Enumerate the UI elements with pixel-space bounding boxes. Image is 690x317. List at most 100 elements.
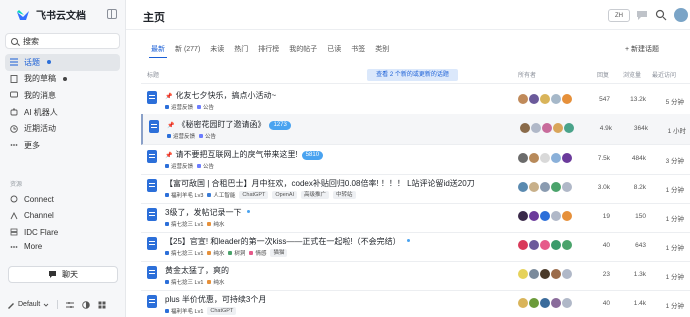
- avatar[interactable]: [518, 94, 528, 104]
- table-row[interactable]: 【25】官宣! 和leader的第一次kiss——正式在一起啦!（不会完结） 搞七…: [141, 231, 690, 262]
- avatar[interactable]: [562, 240, 572, 250]
- avatar[interactable]: [551, 94, 561, 104]
- sidebar-toggle-icon[interactable]: [107, 9, 117, 19]
- avatar[interactable]: [520, 123, 530, 133]
- category-link[interactable]: 福利羊毛 Lv3: [165, 191, 203, 199]
- avatar[interactable]: [529, 240, 539, 250]
- last-activity[interactable]: 1 分钟: [654, 184, 684, 194]
- avatar[interactable]: [518, 240, 528, 250]
- topic-title[interactable]: plus 半价优惠，可持续3个月: [165, 294, 266, 305]
- tag[interactable]: ChatGPT: [239, 191, 269, 199]
- category-link[interactable]: 搞七捻三 Lv1: [165, 278, 203, 286]
- sidebar-search[interactable]: 搜索: [5, 33, 120, 49]
- tab-latest[interactable]: 最新: [146, 44, 170, 58]
- table-row[interactable]: 黄金太猛了，爽的 搞七捻三 Lv1 纯水 23 1.3k 1 分钟: [141, 260, 690, 291]
- table-row[interactable]: 【富可敌国 | 合租巴士】月中狂欢，codex补贴回归0.08倍率! ！！！ L…: [141, 173, 690, 204]
- brand[interactable]: 飞书云文档: [16, 7, 86, 22]
- avatar[interactable]: [529, 94, 539, 104]
- avatar[interactable]: [540, 211, 550, 221]
- new-topic-button[interactable]: + 新建话题: [625, 44, 659, 54]
- tab-new[interactable]: 新 (277): [170, 44, 205, 58]
- unread-count-badge[interactable]: 5810: [301, 151, 324, 160]
- avatar[interactable]: [540, 298, 550, 308]
- topic-title[interactable]: 📌 《秘密花园盯了邀请函》 1273: [167, 119, 291, 130]
- avatar[interactable]: [529, 298, 539, 308]
- tab-my-posts[interactable]: 我的帖子: [284, 44, 322, 58]
- tag[interactable]: 公告: [197, 162, 214, 170]
- tab-leaderboard[interactable]: 排行榜: [253, 44, 284, 58]
- topic-title[interactable]: 黄金太猛了，爽的: [165, 265, 229, 276]
- category-link[interactable]: 运营反馈: [165, 103, 193, 111]
- table-row[interactable]: 📌 请不要把互联网上的戾气带来这里! 5810 运营反馈 公告 7.5k 484k 3 分钟: [141, 144, 690, 175]
- table-row[interactable]: 📌 《秘密花园盯了邀请函》 1273 运营反馈 公告 4.9k 364k 1 小时: [141, 114, 690, 145]
- avatar[interactable]: [518, 269, 528, 279]
- avatar[interactable]: [562, 94, 572, 104]
- table-row[interactable]: 3级了，发帖记录一下 搞七捻三 Lv1 纯水 19 150 1 分钟: [141, 202, 690, 233]
- avatar[interactable]: [531, 123, 541, 133]
- tag[interactable]: OpenAI: [272, 191, 298, 199]
- avatar[interactable]: [540, 94, 550, 104]
- topic-title[interactable]: 【25】官宣! 和leader的第一次kiss——正式在一起啦!（不会完结）: [165, 236, 410, 247]
- table-row[interactable]: 📌 化友七夕快乐，搞点小活动~ 运营反馈 公告 547 13.2k 5 分钟: [141, 85, 690, 116]
- tag[interactable]: 纯水: [207, 249, 224, 257]
- avatar[interactable]: [518, 153, 528, 163]
- avatar[interactable]: [529, 182, 539, 192]
- last-activity[interactable]: 1 分钟: [654, 300, 684, 310]
- new-topics-notice[interactable]: 查看 2 个新的或更新的话题: [367, 69, 458, 81]
- chat-button[interactable]: 聊天: [8, 266, 118, 283]
- tab-bookmarks[interactable]: 书签: [346, 44, 370, 58]
- avatar[interactable]: [542, 123, 552, 133]
- avatar[interactable]: [551, 182, 561, 192]
- avatar[interactable]: [564, 123, 574, 133]
- last-activity[interactable]: 1 分钟: [654, 271, 684, 281]
- avatar[interactable]: [518, 298, 528, 308]
- col-activity[interactable]: 最近访问: [652, 70, 676, 79]
- category-link[interactable]: 运营反馈: [165, 162, 193, 170]
- tag[interactable]: 情感: [249, 249, 266, 257]
- sidebar-item-more[interactable]: 更多: [5, 137, 120, 154]
- tab-hot[interactable]: 热门: [229, 44, 253, 58]
- sidebar-item-ai-bot[interactable]: AI 机器人: [5, 104, 120, 121]
- last-activity[interactable]: 1 分钟: [654, 242, 684, 252]
- tag[interactable]: 猫猫: [270, 249, 288, 257]
- col-topic[interactable]: 标题: [147, 70, 159, 79]
- category-link[interactable]: 搞七捻三 Lv1: [165, 220, 203, 228]
- tag[interactable]: 公告: [199, 132, 216, 140]
- tab-unread[interactable]: 未读: [205, 44, 229, 58]
- topic-title[interactable]: 📌 请不要把互联网上的戾气带来这里! 5810: [165, 149, 324, 160]
- avatar[interactable]: [518, 211, 528, 221]
- tag[interactable]: 人工智能: [207, 191, 235, 199]
- tag[interactable]: 纯水: [207, 220, 224, 228]
- category-link[interactable]: 福利羊毛 Lv1: [165, 307, 203, 315]
- tab-categories[interactable]: 类别: [370, 44, 394, 58]
- topic-title[interactable]: 【富可敌国 | 合租巴士】月中狂欢，codex补贴回归0.08倍率! ！！！ L…: [165, 178, 475, 189]
- avatar[interactable]: [562, 269, 572, 279]
- avatar[interactable]: [529, 153, 539, 163]
- sidebar-item-connect[interactable]: Connect: [5, 191, 120, 208]
- avatar[interactable]: [553, 123, 563, 133]
- unread-count-badge[interactable]: 1273: [269, 121, 291, 130]
- last-activity[interactable]: 1 分钟: [654, 213, 684, 223]
- sliders-icon[interactable]: [66, 301, 75, 309]
- table-row[interactable]: plus 半价优惠，可持续3个月 福利羊毛 Lv1 ChatGPT 40 1.4k 1 分…: [141, 289, 690, 317]
- tag[interactable]: 中转站: [333, 191, 356, 199]
- avatar[interactable]: [551, 298, 561, 308]
- avatar[interactable]: [529, 269, 539, 279]
- last-activity[interactable]: 3 分钟: [654, 155, 684, 165]
- avatar[interactable]: [540, 240, 550, 250]
- col-views[interactable]: 浏览量: [623, 70, 641, 79]
- avatar[interactable]: [551, 269, 561, 279]
- avatar[interactable]: [551, 211, 561, 221]
- sidebar-item-topics[interactable]: 话题: [5, 54, 120, 71]
- search-icon[interactable]: [655, 9, 667, 21]
- tag[interactable]: 纯水: [207, 278, 224, 286]
- grid-icon[interactable]: [98, 301, 106, 309]
- avatar[interactable]: [551, 153, 561, 163]
- contrast-icon[interactable]: [82, 300, 90, 309]
- category-link[interactable]: 运营反馈: [167, 132, 195, 140]
- sidebar-item-idc-flare[interactable]: IDC Flare: [5, 224, 120, 241]
- tab-read[interactable]: 已读: [322, 44, 346, 58]
- avatar[interactable]: [540, 269, 550, 279]
- avatar[interactable]: [540, 182, 550, 192]
- topic-title[interactable]: 3级了，发帖记录一下: [165, 207, 251, 218]
